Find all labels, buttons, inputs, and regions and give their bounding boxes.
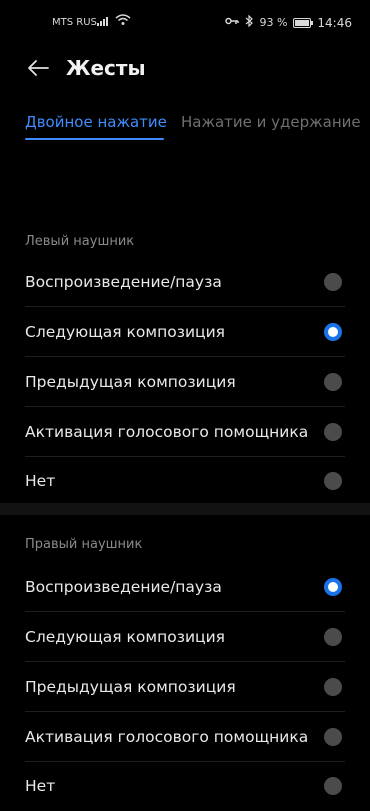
radio-button[interactable] <box>324 628 342 646</box>
arrow-left-icon <box>28 60 49 76</box>
radio-button-selected[interactable] <box>324 323 342 341</box>
left-option-next-track[interactable]: Следующая композиция <box>0 308 370 357</box>
page-title: Жесты <box>66 56 146 80</box>
option-label: Активация голосового помощника <box>25 728 309 746</box>
divider <box>25 406 345 407</box>
radio-button-selected[interactable] <box>324 578 342 596</box>
back-button[interactable] <box>24 54 52 82</box>
tab-bar: Двойное нажатие Нажатие и удержание <box>0 113 370 145</box>
left-option-none[interactable]: Нет <box>0 457 370 506</box>
carrier-label: MTS RUS <box>52 17 97 28</box>
key-icon <box>225 16 240 29</box>
status-bar: MTS RUS 93 % 14:46 <box>0 0 370 40</box>
left-option-play-pause[interactable]: Воспроизведение/пауза <box>0 258 370 307</box>
battery-icon <box>293 17 314 28</box>
right-option-next-track[interactable]: Следующая композиция <box>0 613 370 662</box>
option-label: Воспроизведение/пауза <box>25 273 222 291</box>
divider <box>25 356 345 357</box>
option-label: Нет <box>25 777 56 795</box>
divider <box>25 661 345 662</box>
option-label: Активация голосового помощника <box>25 423 309 441</box>
right-section-title: Правый наушник <box>25 537 143 552</box>
divider <box>25 306 345 307</box>
right-option-voice-assistant[interactable]: Активация голосового помощника <box>0 713 370 762</box>
radio-button[interactable] <box>324 273 342 291</box>
wifi-icon <box>115 14 131 29</box>
battery-percent: 93 % <box>259 16 288 29</box>
option-label: Следующая композиция <box>25 628 225 646</box>
radio-button[interactable] <box>324 728 342 746</box>
right-option-previous-track[interactable]: Предыдущая композиция <box>0 663 370 712</box>
app-header: Жесты <box>0 48 370 88</box>
right-option-play-pause[interactable]: Воспроизведение/пауза <box>0 563 370 612</box>
option-label: Нет <box>25 472 56 490</box>
option-label: Воспроизведение/пауза <box>25 578 222 596</box>
right-option-none[interactable]: Нет <box>0 762 370 811</box>
left-section-title: Левый наушник <box>25 234 135 249</box>
divider <box>25 711 345 712</box>
radio-button[interactable] <box>324 423 342 441</box>
tab-indicator <box>25 138 164 140</box>
radio-button[interactable] <box>324 373 342 391</box>
signal-icon <box>97 16 108 26</box>
radio-button[interactable] <box>324 472 342 490</box>
option-label: Предыдущая композиция <box>25 373 236 391</box>
option-label: Предыдущая композиция <box>25 678 236 696</box>
section-separator <box>0 503 370 515</box>
left-option-previous-track[interactable]: Предыдущая композиция <box>0 358 370 407</box>
clock: 14:46 <box>317 15 352 30</box>
tab-press-hold[interactable]: Нажатие и удержание <box>181 113 361 131</box>
bluetooth-icon <box>245 14 254 30</box>
radio-button[interactable] <box>324 777 342 795</box>
option-label: Следующая композиция <box>25 323 225 341</box>
divider <box>25 611 345 612</box>
radio-button[interactable] <box>324 678 342 696</box>
tab-double-tap[interactable]: Двойное нажатие <box>25 113 167 131</box>
left-option-voice-assistant[interactable]: Активация голосового помощника <box>0 408 370 457</box>
